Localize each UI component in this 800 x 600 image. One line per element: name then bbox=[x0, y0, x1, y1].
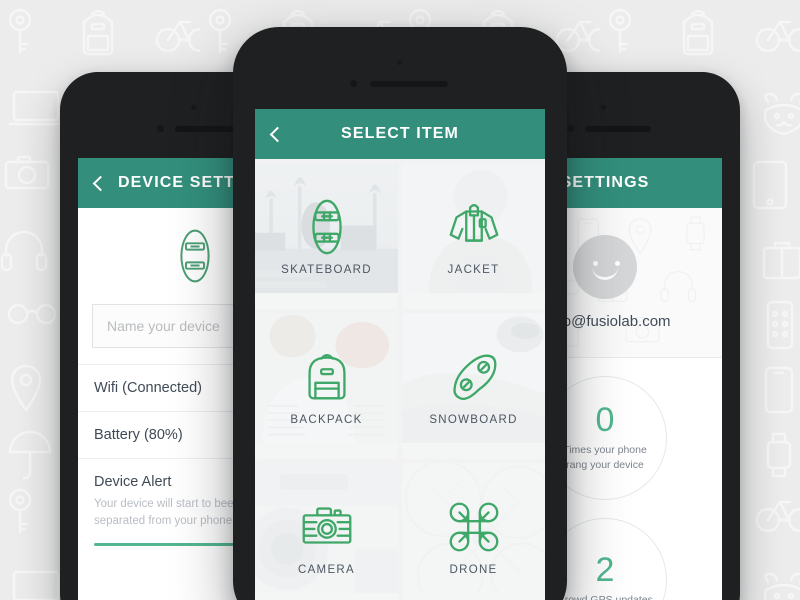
chevron-left-icon bbox=[269, 126, 285, 142]
snowboard-icon bbox=[452, 354, 496, 401]
stat-value: 0 bbox=[595, 401, 615, 440]
item-tile-camera[interactable]: CAMERA bbox=[255, 463, 398, 600]
item-grid: SKATEBOARD JACKET BACKPACK SNOWBOARD CAM… bbox=[255, 159, 545, 600]
tile-label: JACKET bbox=[447, 264, 500, 276]
stat-caption: Crowd GPS updates bbox=[557, 593, 653, 600]
stat-value: 2 bbox=[595, 550, 615, 589]
phone-sensor-dot bbox=[601, 105, 606, 110]
skateboard-icon bbox=[180, 229, 210, 283]
item-tile-skateboard[interactable]: SKATEBOARD bbox=[255, 163, 398, 309]
phone-front-camera-dot bbox=[350, 80, 357, 87]
tile-label: SNOWBOARD bbox=[429, 414, 518, 426]
scene: DEVICE SETTINGS Name your device Wifi (C… bbox=[0, 0, 800, 600]
select-item-appbar: SELECT ITEM bbox=[255, 109, 545, 159]
skateboard-icon bbox=[311, 199, 342, 255]
phone-earpiece bbox=[370, 81, 448, 87]
item-tile-drone[interactable]: DRONE bbox=[402, 463, 545, 600]
select-item-screen: SELECT ITEM SKATEBOARD JACKET BACKPACK S… bbox=[255, 109, 545, 600]
avatar bbox=[573, 235, 637, 299]
phone-front-camera-dot bbox=[157, 125, 164, 132]
jacket-icon bbox=[449, 204, 498, 242]
phone-sensor-dot bbox=[191, 105, 196, 110]
phone-earpiece bbox=[585, 126, 651, 132]
back-button-center[interactable] bbox=[255, 109, 295, 159]
drone-icon bbox=[449, 502, 498, 552]
tile-label: SKATEBOARD bbox=[281, 264, 372, 276]
select-item-title: SELECT ITEM bbox=[341, 125, 459, 142]
tile-label: DRONE bbox=[449, 564, 498, 576]
item-tile-snowboard[interactable]: SNOWBOARD bbox=[402, 313, 545, 459]
avatar-smile bbox=[592, 265, 618, 280]
stat-caption: Times your phone rang your device bbox=[563, 444, 647, 471]
chevron-left-icon bbox=[92, 175, 108, 191]
phone-front-camera-dot bbox=[567, 125, 574, 132]
item-tile-jacket[interactable]: JACKET bbox=[402, 163, 545, 309]
tile-label: CAMERA bbox=[297, 564, 355, 576]
backpack-icon bbox=[307, 354, 346, 400]
phone-sensor-dot bbox=[397, 60, 402, 65]
select-item-phone: SELECT ITEM SKATEBOARD JACKET BACKPACK S… bbox=[233, 27, 567, 600]
back-button-left[interactable] bbox=[78, 158, 118, 208]
camera-icon bbox=[302, 507, 351, 544]
item-tile-backpack[interactable]: BACKPACK bbox=[255, 313, 398, 459]
phone-earpiece bbox=[175, 126, 241, 132]
tile-label: BACKPACK bbox=[290, 414, 363, 426]
